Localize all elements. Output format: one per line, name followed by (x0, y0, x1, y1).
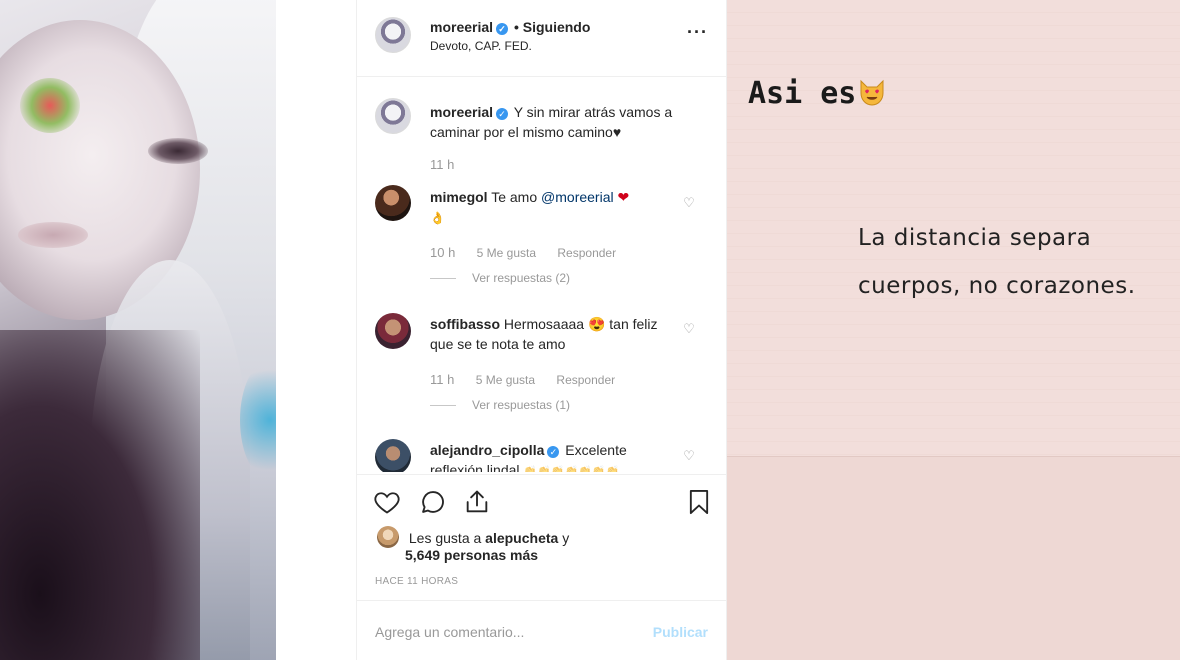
liker-username[interactable]: alepucheta (485, 530, 558, 546)
photo-shadow (0, 330, 200, 660)
comment-avatar[interactable] (375, 439, 411, 472)
quote-line-1: La distancia separa (858, 225, 1092, 251)
ok-hand-emoji: 👌 (430, 211, 445, 225)
clap-emojis: 👏👏👏👏👏👏👏 (523, 466, 620, 472)
header-separator: • (513, 19, 519, 35)
comments-list[interactable]: moreerial ✓ Y sin mirar atrás vamos a cam… (357, 77, 726, 472)
comment-text: alejandro_cipolla ✓ Excelente reflexión l… (430, 440, 670, 472)
author-avatar[interactable] (375, 17, 411, 53)
comment-like-heart-icon[interactable]: ♡ (682, 449, 696, 463)
likes-summary: Les gusta a alepucheta y (377, 526, 569, 548)
comment-text: mimegol Te amo @moreerial ❤ 👌 (430, 187, 670, 228)
comment-like-heart-icon[interactable]: ♡ (682, 196, 696, 210)
more-options-icon[interactable]: ··· (687, 22, 708, 43)
comment-username[interactable]: alejandro_cipolla (430, 442, 544, 458)
caption-username[interactable]: moreerial (430, 104, 493, 120)
photo-eye (148, 138, 208, 164)
caption-meta: 11 h (430, 157, 472, 172)
comment-time[interactable]: 10 h (430, 245, 455, 260)
likes-prefix: Les gusta a (408, 530, 482, 546)
quote-line-2: cuerpos, no corazones. (858, 273, 1136, 299)
verified-badge-icon: ✓ (496, 23, 509, 35)
story-lower-section (727, 456, 1180, 660)
reply-button[interactable]: Responder (556, 373, 615, 387)
likes-suffix: y (562, 530, 570, 546)
author-username[interactable]: moreerial (430, 19, 493, 35)
caption-text: moreerial ✓ Y sin mirar atrás vamos a cam… (430, 102, 700, 142)
view-replies-button[interactable]: Ver respuestas (1) (430, 398, 570, 412)
post-photo (0, 0, 276, 660)
story-panel: Asi es La distancia separa cuerpos, no c… (727, 0, 1180, 660)
verified-badge-icon: ✓ (496, 108, 509, 120)
caption-avatar[interactable] (375, 98, 411, 134)
photo-lips (18, 222, 88, 248)
view-replies-button[interactable]: Ver respuestas (2) (430, 271, 570, 285)
caption-time[interactable]: 11 h (430, 157, 454, 172)
comment-body: Hermosaaaa (503, 316, 585, 332)
story-quote: La distancia separa cuerpos, no corazone… (858, 214, 1136, 310)
post-timestamp[interactable]: HACE 11 HORAS (375, 576, 458, 587)
bookmark-icon[interactable] (685, 488, 713, 516)
comment-time[interactable]: 11 h (430, 372, 454, 387)
add-comment-input[interactable]: Agrega un comentario... (375, 624, 524, 640)
share-upload-icon[interactable] (463, 488, 491, 516)
post-header-user: moreerial ✓ • Siguiendo (430, 19, 590, 35)
composer-divider (357, 600, 726, 601)
follow-status-button[interactable]: Siguiendo (523, 19, 591, 35)
liker-avatar[interactable] (377, 526, 399, 548)
heart-eyes-cat-icon (860, 79, 884, 106)
comment-avatar[interactable] (375, 185, 411, 221)
comment-likes-count[interactable]: 5 Me gusta (476, 373, 535, 387)
photo-filter-glow (20, 78, 80, 133)
reply-button[interactable]: Responder (557, 246, 616, 260)
verified-badge-icon: ✓ (547, 446, 560, 458)
comment-mention-link[interactable]: @moreerial (541, 189, 614, 205)
comment-text: soffibasso Hermosaaaa 😍 tan feliz que se… (430, 314, 670, 354)
post-location[interactable]: Devoto, CAP. FED. (430, 39, 532, 53)
comment-likes-count[interactable]: 5 Me gusta (477, 246, 536, 260)
comment-like-heart-icon[interactable]: ♡ (682, 322, 696, 336)
comment-username[interactable]: soffibasso (430, 316, 500, 332)
heart-emoji: ❤ (617, 189, 630, 205)
instagram-post-panel: moreerial ✓ • Siguiendo Devoto, CAP. FED.… (356, 0, 727, 660)
comment-bubble-icon[interactable] (419, 488, 447, 516)
actions-divider (357, 474, 726, 475)
publish-button[interactable]: Publicar (653, 624, 708, 640)
story-title: Asi es (748, 76, 888, 111)
comment-body: Te amo (491, 189, 538, 205)
like-heart-icon[interactable] (373, 488, 401, 516)
post-actions (373, 488, 713, 520)
story-title-text: Asi es (748, 76, 857, 111)
comment-meta: 11 h 5 Me gusta Responder (430, 372, 633, 387)
comment-meta: 10 h 5 Me gusta Responder (430, 245, 634, 260)
comment-username[interactable]: mimegol (430, 189, 488, 205)
smile-emoji: 😍 (587, 316, 606, 332)
likes-others-link[interactable]: 5,649 personas más (405, 547, 538, 563)
comment-avatar[interactable] (375, 313, 411, 349)
